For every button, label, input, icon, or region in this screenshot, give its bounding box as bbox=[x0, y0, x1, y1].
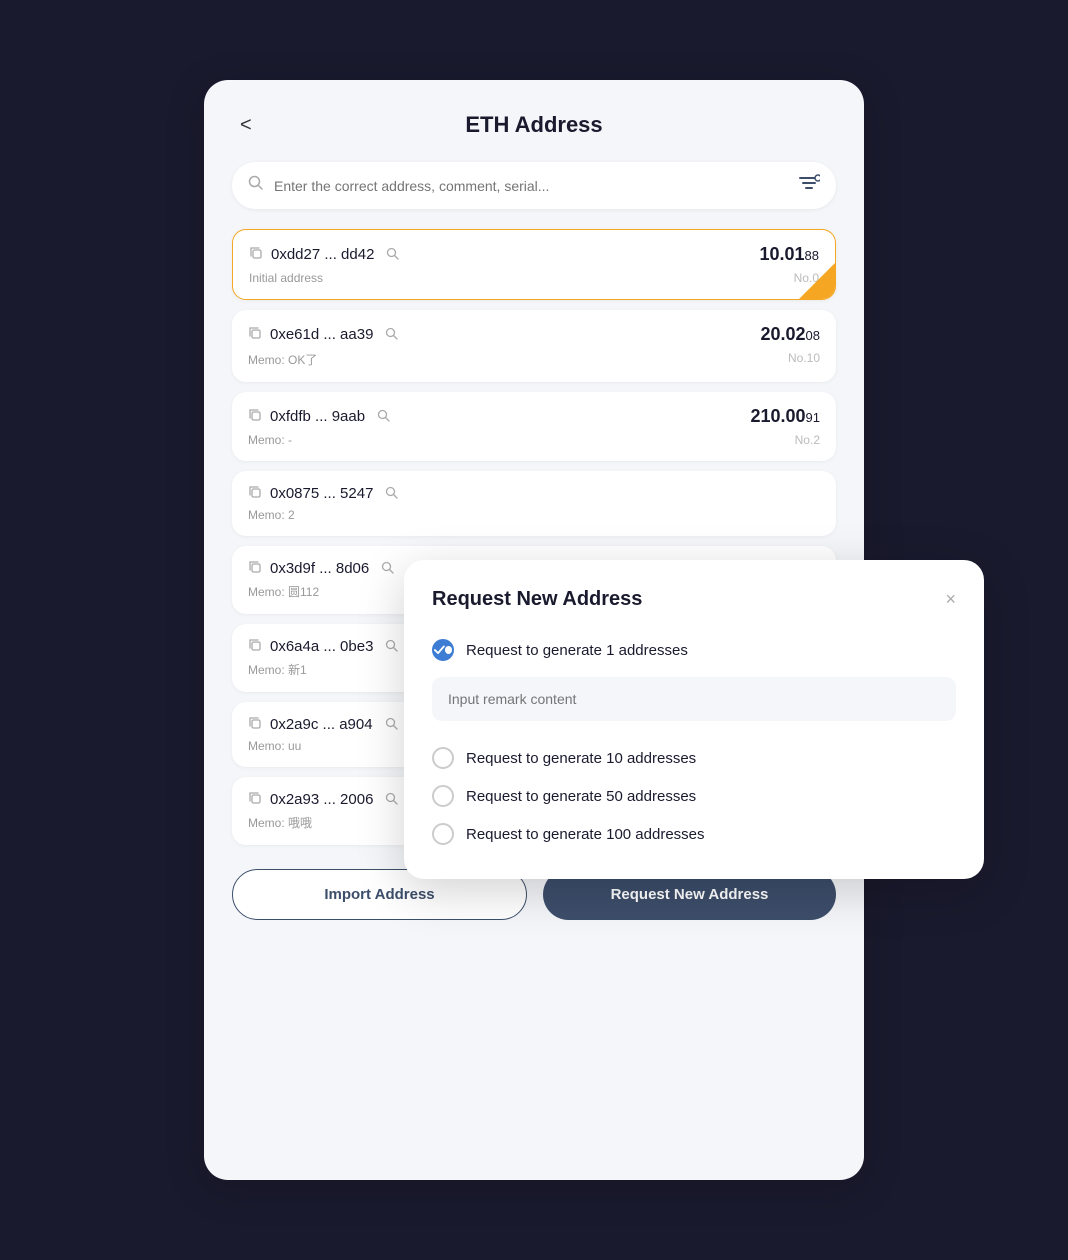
memo-text: Initial address bbox=[249, 271, 323, 285]
address-text: 0x2a9c ... a904 bbox=[270, 716, 373, 733]
address-text: 0xfdfb ... 9aab bbox=[270, 408, 365, 425]
radio-label: Request to generate 100 addresses bbox=[466, 826, 705, 843]
address-text: 0x0875 ... 5247 bbox=[270, 485, 373, 502]
address-item[interactable]: 0xe61d ... aa39 20.0208 Memo: OK了 No.10 bbox=[232, 310, 836, 382]
search-input[interactable] bbox=[274, 178, 788, 194]
address-text: 0xe61d ... aa39 bbox=[270, 326, 373, 343]
orange-corner bbox=[799, 263, 835, 299]
modal-radio-group: Request to generate 1 addresses Request … bbox=[432, 633, 956, 851]
radio-item[interactable]: Request to generate 1 addresses bbox=[432, 633, 956, 737]
memo-text: Memo: OK了 bbox=[248, 351, 317, 368]
copy-icon[interactable] bbox=[248, 485, 262, 502]
memo-text: Memo: 哦哦 bbox=[248, 814, 312, 831]
memo-text: Memo: 2 bbox=[248, 508, 295, 522]
radio-label: Request to generate 10 addresses bbox=[466, 750, 696, 767]
address-item-bottom: Memo: OK了 No.10 bbox=[248, 351, 820, 368]
address-left: 0x3d9f ... 8d06 bbox=[248, 560, 394, 577]
copy-icon[interactable] bbox=[248, 791, 262, 808]
copy-icon[interactable] bbox=[248, 408, 262, 425]
copy-icon[interactable] bbox=[248, 326, 262, 343]
address-item[interactable]: 0xdd27 ... dd42 10.0188 Initial address … bbox=[232, 229, 836, 300]
search-icon bbox=[248, 175, 264, 196]
address-amount: 210.0091 bbox=[750, 406, 820, 427]
address-search-icon[interactable] bbox=[385, 639, 398, 655]
address-item-top: 0xfdfb ... 9aab 210.0091 bbox=[248, 406, 820, 427]
copy-icon[interactable] bbox=[249, 246, 263, 263]
address-left: 0x2a93 ... 2006 bbox=[248, 791, 398, 808]
radio-circle-checked bbox=[432, 639, 454, 661]
radio-item-3[interactable]: Request to generate 100 addresses bbox=[432, 817, 956, 851]
radio-item-0[interactable]: Request to generate 1 addresses bbox=[432, 633, 956, 667]
radio-circle bbox=[432, 785, 454, 807]
address-item[interactable]: 0xfdfb ... 9aab 210.0091 Memo: - No.2 bbox=[232, 392, 836, 461]
address-search-icon[interactable] bbox=[377, 409, 390, 425]
modal-header: Request New Address × bbox=[432, 588, 956, 611]
main-card: < ETH Address bbox=[204, 80, 864, 1180]
radio-item[interactable]: Request to generate 100 addresses bbox=[432, 817, 956, 851]
address-item-top: 0xdd27 ... dd42 10.0188 bbox=[249, 244, 819, 265]
address-item-top: 0xe61d ... aa39 20.0208 bbox=[248, 324, 820, 345]
no-badge: No.10 bbox=[788, 351, 820, 368]
address-search-icon[interactable] bbox=[385, 327, 398, 343]
address-search-icon[interactable] bbox=[385, 792, 398, 808]
radio-item-2[interactable]: Request to generate 50 addresses bbox=[432, 779, 956, 813]
back-button[interactable]: < bbox=[232, 110, 260, 141]
page-title: ETH Address bbox=[465, 112, 602, 138]
memo-text: Memo: uu bbox=[248, 739, 301, 753]
address-item-bottom: Memo: - No.2 bbox=[248, 433, 820, 447]
address-item-bottom: Initial address No.0 bbox=[249, 271, 819, 285]
address-item-bottom: Memo: 2 bbox=[248, 508, 820, 522]
address-item-top: 0x0875 ... 5247 bbox=[248, 485, 820, 502]
address-left: 0x6a4a ... 0be3 bbox=[248, 638, 398, 655]
address-left: 0xfdfb ... 9aab bbox=[248, 408, 390, 425]
address-amount: 10.0188 bbox=[759, 244, 819, 265]
copy-icon[interactable] bbox=[248, 638, 262, 655]
radio-circle bbox=[432, 823, 454, 845]
address-search-icon[interactable] bbox=[386, 247, 399, 263]
address-left: 0xdd27 ... dd42 bbox=[249, 246, 399, 263]
address-amount: 20.0208 bbox=[760, 324, 820, 345]
remark-input[interactable] bbox=[432, 677, 956, 721]
filter-icon[interactable] bbox=[798, 174, 820, 197]
modal-card: Request New Address × Request to generat… bbox=[404, 560, 984, 879]
memo-text: Memo: - bbox=[248, 433, 292, 447]
address-text: 0xdd27 ... dd42 bbox=[271, 246, 374, 263]
memo-text: Memo: 圆112 bbox=[248, 583, 319, 600]
search-bar bbox=[232, 162, 836, 209]
address-item[interactable]: 0x0875 ... 5247 Memo: 2 bbox=[232, 471, 836, 536]
address-text: 0x6a4a ... 0be3 bbox=[270, 638, 373, 655]
address-left: 0x2a9c ... a904 bbox=[248, 716, 398, 733]
modal-title: Request New Address bbox=[432, 588, 642, 611]
no-badge: No.2 bbox=[795, 433, 820, 447]
radio-label: Request to generate 50 addresses bbox=[466, 788, 696, 805]
memo-text: Memo: 新1 bbox=[248, 661, 307, 678]
address-search-icon[interactable] bbox=[385, 486, 398, 502]
radio-item-1[interactable]: Request to generate 10 addresses bbox=[432, 741, 956, 775]
address-left: 0x0875 ... 5247 bbox=[248, 485, 398, 502]
address-search-icon[interactable] bbox=[381, 561, 394, 577]
radio-circle bbox=[432, 747, 454, 769]
radio-label: Request to generate 1 addresses bbox=[466, 642, 688, 659]
copy-icon[interactable] bbox=[248, 716, 262, 733]
copy-icon[interactable] bbox=[248, 560, 262, 577]
address-search-icon[interactable] bbox=[385, 717, 398, 733]
radio-item[interactable]: Request to generate 50 addresses bbox=[432, 779, 956, 813]
address-text: 0x2a93 ... 2006 bbox=[270, 791, 373, 808]
modal-close-button[interactable]: × bbox=[945, 589, 956, 610]
radio-item[interactable]: Request to generate 10 addresses bbox=[432, 741, 956, 775]
address-text: 0x3d9f ... 8d06 bbox=[270, 560, 369, 577]
header: < ETH Address bbox=[232, 112, 836, 138]
address-left: 0xe61d ... aa39 bbox=[248, 326, 398, 343]
